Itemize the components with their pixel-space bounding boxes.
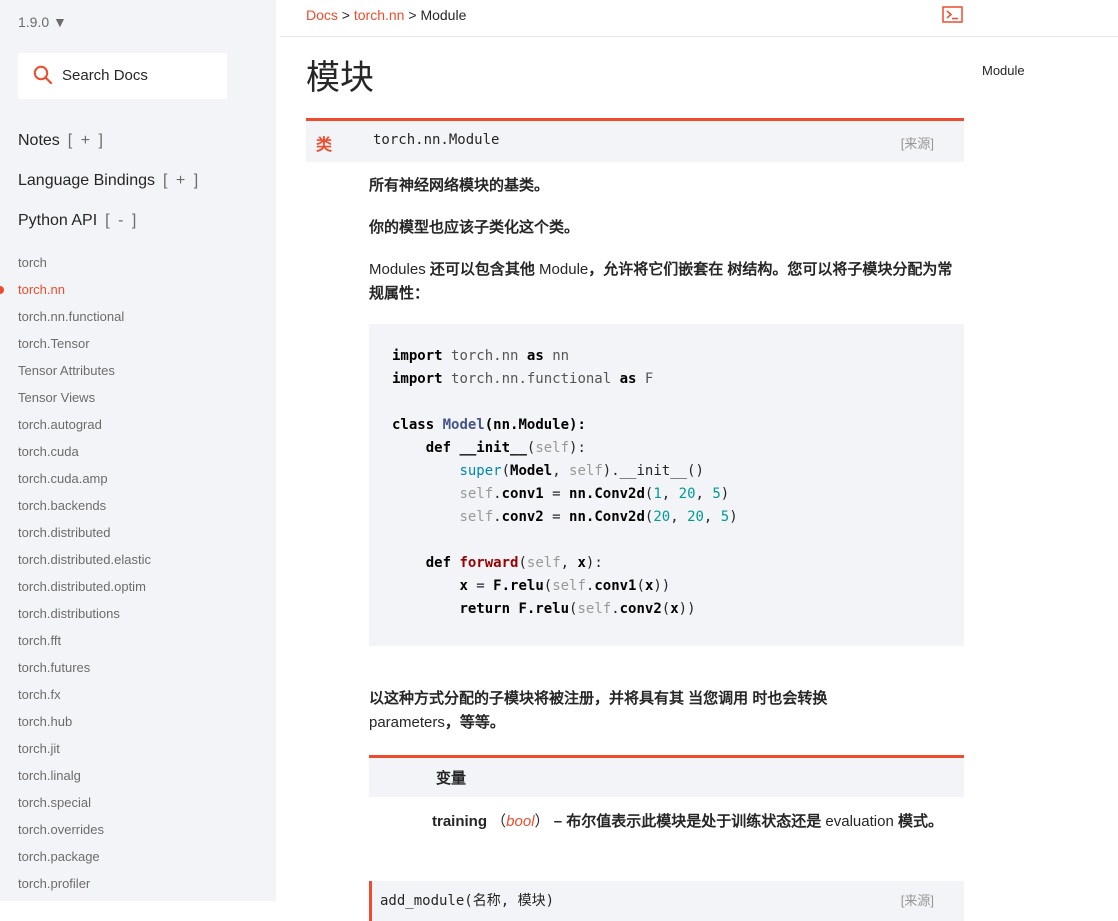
version-selector[interactable]: 1.9.0 ▼: [18, 14, 67, 30]
bool-type-link[interactable]: bool: [506, 813, 534, 830]
paragraph: 你的模型也应该子类化这个类。: [369, 219, 580, 236]
source-link[interactable]: [来源]: [901, 133, 934, 152]
breadcrumb: Docs > torch.nn > Module: [306, 7, 466, 23]
paragraph: 所有神经网络模块的基类。: [369, 177, 550, 194]
code-block: import torch.nn as nn import torch.nn.fu…: [369, 324, 964, 646]
sidebar-item[interactable]: torch: [0, 249, 276, 276]
sidebar-item[interactable]: Tensor Attributes: [0, 357, 276, 384]
sidebar-item-label: torch.nn: [18, 282, 65, 297]
method-signature-add-module: add_module(名称, 模块) [来源]: [369, 881, 964, 921]
variables-label: 变量: [436, 770, 467, 787]
sidebar-item[interactable]: torch.cuda: [0, 438, 276, 465]
page-title: 模块: [306, 59, 374, 97]
method-name: add_module(名称, 模块): [380, 893, 555, 909]
modules-term: Modules: [369, 261, 426, 278]
search-input[interactable]: Search Docs: [62, 67, 148, 84]
sidebar-item[interactable]: torch.distributed: [0, 519, 276, 546]
text: ，等等。: [444, 714, 505, 731]
section-language-bindings-label: Language Bindings: [18, 172, 156, 189]
section-notes[interactable]: Notes [ + ]: [18, 132, 105, 150]
expand-toggle[interactable]: [ + ]: [68, 132, 105, 149]
class-signature: 类 torch.nn.Module [来源]: [306, 118, 964, 162]
sidebar-item[interactable]: torch.distributed.elastic: [0, 546, 276, 573]
sidebar-item[interactable]: torch.autograd: [0, 411, 276, 438]
sidebar-item[interactable]: torch.profiler: [0, 870, 276, 897]
signature-kind: 类: [316, 137, 333, 154]
sidebar-item[interactable]: torch.Tensor: [0, 330, 276, 357]
right-nav-item-module[interactable]: Module: [982, 63, 1025, 78]
sidebar-item[interactable]: torch.distributions: [0, 600, 276, 627]
sidebar-item[interactable]: torch.nn.functional: [0, 303, 276, 330]
breadcrumb-docs-link[interactable]: Docs: [306, 7, 338, 23]
sidebar-item[interactable]: torch.cuda.amp: [0, 465, 276, 492]
sidebar-item[interactable]: torch.hub: [0, 708, 276, 735]
sidebar-item[interactable]: torch.linalg: [0, 762, 276, 789]
attribute-name: training: [432, 813, 487, 830]
collapse-toggle[interactable]: [ - ]: [105, 212, 138, 229]
sidebar-item[interactable]: torch.fft: [0, 627, 276, 654]
evaluation-term: evaluation: [825, 813, 894, 830]
paragraph: 以这种方式分配的子模块将被注册，并将具有其 当您调用 时也会转换 paramet…: [369, 687, 964, 735]
sidebar-item[interactable]: torch.distributed.optim: [0, 573, 276, 600]
sidebar-item[interactable]: torch.fx: [0, 681, 276, 708]
terminal-icon[interactable]: [942, 6, 963, 23]
sidebar-item[interactable]: torch.package: [0, 843, 276, 870]
search-box[interactable]: Search Docs: [18, 53, 227, 99]
attribute-description: – 布尔值表示此模块是处于训练状态还是: [549, 813, 826, 830]
parameters-term: parameters: [369, 714, 445, 731]
sidebar-item[interactable]: torch.backends: [0, 492, 276, 519]
text: 还可以包含其他: [425, 261, 540, 278]
sidebar-item-active[interactable]: torch.nn: [0, 276, 276, 303]
section-language-bindings[interactable]: Language Bindings [ + ]: [18, 172, 200, 190]
sidebar-item[interactable]: torch.futures: [0, 654, 276, 681]
variables-header: 变量: [369, 755, 964, 797]
top-bar: Docs > torch.nn > Module: [280, 0, 1118, 37]
training-attribute: training （bool） – 布尔值表示此模块是处于训练状态还是 eval…: [432, 810, 962, 834]
paren-close: ）: [534, 813, 550, 830]
sidebar-item[interactable]: torch.jit: [0, 735, 276, 762]
sidebar: 1.9.0 ▼ Search Docs Notes [ + ] Language …: [0, 0, 276, 901]
breadcrumb-torch-nn-link[interactable]: torch.nn: [354, 7, 405, 23]
breadcrumb-separator: >: [341, 7, 350, 23]
sidebar-nav-list: torch torch.nn torch.nn.functional torch…: [0, 249, 276, 897]
paren-open: （: [487, 813, 507, 830]
expand-toggle[interactable]: [ + ]: [163, 172, 200, 189]
module-term: Module: [539, 261, 589, 278]
section-notes-label: Notes: [18, 132, 60, 149]
signature-name: torch.nn.Module: [373, 132, 500, 148]
source-link[interactable]: [来源]: [901, 890, 934, 909]
sidebar-item[interactable]: torch.special: [0, 789, 276, 816]
paragraph: Modules 还可以包含其他 Module，允许将它们嵌套在 树结构。您可以将…: [369, 258, 964, 306]
active-dot-icon: [0, 286, 4, 294]
breadcrumb-separator: >: [408, 7, 417, 23]
sidebar-item[interactable]: torch.overrides: [0, 816, 276, 843]
text: 以这种方式分配的子模块将被注册，并将具有其 当您调用 时也会转换: [369, 690, 828, 707]
section-python-api[interactable]: Python API [ - ]: [18, 212, 138, 230]
attribute-description: 模式。: [893, 813, 943, 830]
section-python-api-label: Python API: [18, 212, 98, 229]
sidebar-item[interactable]: Tensor Views: [0, 384, 276, 411]
breadcrumb-current: Module: [420, 7, 467, 23]
search-icon: [33, 65, 53, 85]
